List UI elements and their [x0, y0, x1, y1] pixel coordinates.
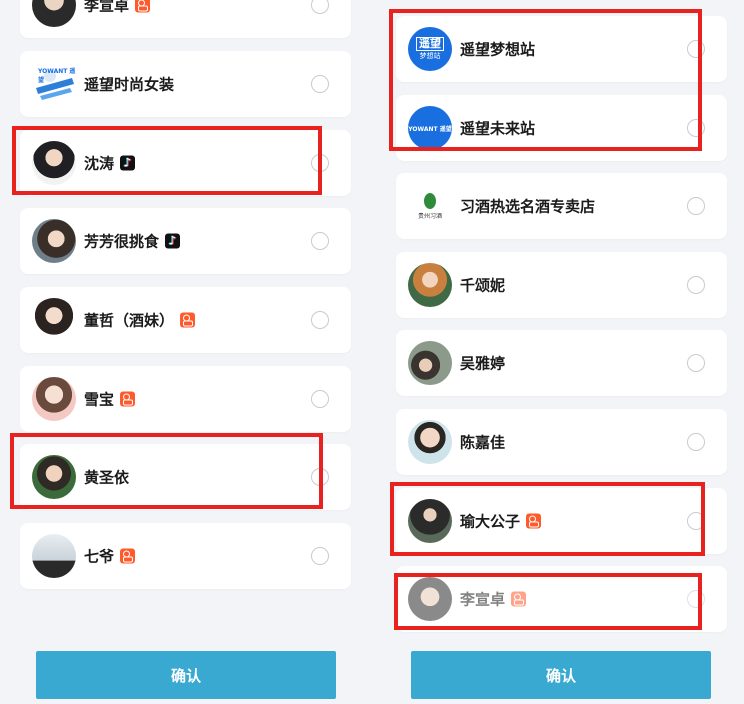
- kuaishou-badge-icon: [526, 513, 542, 529]
- list-item[interactable]: 陈嘉佳: [396, 409, 727, 475]
- list-item-name: 千颂妮: [460, 276, 506, 295]
- list-item[interactable]: 雪宝: [20, 366, 351, 432]
- list-item-name: 李宣卓: [460, 590, 506, 609]
- list-item[interactable]: 黄圣依: [20, 444, 351, 510]
- list-item-name: 瑜大公子: [460, 512, 521, 531]
- kuaishou-badge-icon: [120, 548, 136, 564]
- radio-button[interactable]: [687, 40, 705, 58]
- avatar: [408, 341, 452, 385]
- list-item-name: 董哲（酒妹）: [84, 311, 175, 330]
- list-item-name: 李宣卓: [84, 0, 130, 15]
- logo-text: 遥望: [416, 37, 444, 51]
- radio-button[interactable]: [311, 547, 329, 565]
- avatar: [408, 420, 452, 464]
- kuaishou-badge-icon: [511, 591, 527, 607]
- left-panel: 李宣卓 YOWANT 遥望 遥望时尚女装 沈涛 芳芳: [0, 0, 372, 704]
- radio-button[interactable]: [311, 232, 329, 250]
- avatar: [32, 219, 76, 263]
- avatar: [32, 0, 76, 27]
- radio-button[interactable]: [687, 433, 705, 451]
- xijiu-logo-icon: 贵州习酒: [408, 184, 452, 228]
- list-item[interactable]: YOWANT 遥望 遥望时尚女装: [20, 51, 351, 117]
- kuaishou-badge-icon: [135, 0, 151, 13]
- logo-text: YOWANT 遥望: [408, 125, 452, 133]
- list-item[interactable]: YOWANT 遥望 遥望未来站: [396, 95, 727, 161]
- list-item-name: 遥望未来站: [460, 119, 536, 138]
- avatar: [32, 298, 76, 342]
- kuaishou-badge-icon: [180, 312, 196, 328]
- list-item[interactable]: 芳芳很挑食: [20, 208, 351, 274]
- list-item-name: 黄圣依: [84, 468, 130, 487]
- xijiu-emblem-icon: [424, 192, 436, 209]
- list-item-name: 陈嘉佳: [460, 433, 506, 452]
- list-item[interactable]: 李宣卓: [396, 566, 727, 632]
- list-item-name: 遥望时尚女装: [84, 75, 175, 94]
- douyin-badge-icon: [120, 154, 136, 172]
- yowant-dream-logo-icon: 遥望 梦想站: [408, 27, 452, 71]
- radio-button[interactable]: [311, 154, 329, 172]
- yowant-future-logo-icon: YOWANT 遥望: [408, 106, 452, 150]
- list-item[interactable]: 吴雅婷: [396, 330, 727, 396]
- avatar: [32, 377, 76, 421]
- avatar: [32, 534, 76, 578]
- list-item-name: 遥望梦想站: [460, 40, 536, 59]
- list-item-name: 习酒热选名酒专卖店: [460, 197, 596, 216]
- list-item[interactable]: 遥望 梦想站 遥望梦想站: [396, 16, 727, 82]
- logo-subtext: 梦想站: [419, 52, 441, 60]
- confirm-button[interactable]: 确认: [411, 651, 711, 699]
- confirm-button[interactable]: 确认: [36, 651, 336, 699]
- radio-button[interactable]: [311, 311, 329, 329]
- list-item-name: 沈涛: [84, 154, 115, 173]
- douyin-badge-icon: [165, 232, 181, 250]
- radio-button[interactable]: [311, 0, 329, 14]
- avatar: [32, 141, 76, 185]
- list-item[interactable]: 沈涛: [20, 130, 351, 196]
- kuaishou-badge-icon: [120, 391, 136, 407]
- avatar: [408, 499, 452, 543]
- logo-text: 贵州习酒: [417, 212, 442, 220]
- list-item-name: 芳芳很挑食: [84, 232, 160, 251]
- radio-button[interactable]: [687, 590, 705, 608]
- list-item-name: 雪宝: [84, 390, 115, 409]
- list-item-name: 七爷: [84, 547, 115, 566]
- list-item-name: 吴雅婷: [460, 354, 506, 373]
- yowant-logo-icon: YOWANT 遥望: [32, 62, 76, 106]
- list-item[interactable]: 李宣卓: [20, 0, 351, 38]
- radio-button[interactable]: [687, 197, 705, 215]
- list-item[interactable]: 七爷: [20, 523, 351, 589]
- radio-button[interactable]: [687, 119, 705, 137]
- radio-button[interactable]: [687, 512, 705, 530]
- right-panel: 遥望 梦想站 遥望梦想站 YOWANT 遥望 遥望未来站 贵州习酒 习酒热选名酒…: [372, 0, 744, 704]
- avatar: [408, 577, 452, 621]
- list-item[interactable]: 千颂妮: [396, 252, 727, 318]
- list-item[interactable]: 贵州习酒 习酒热选名酒专卖店: [396, 173, 727, 239]
- logo-text: YOWANT 遥望: [38, 68, 76, 84]
- list-item[interactable]: 董哲（酒妹）: [20, 287, 351, 353]
- radio-button[interactable]: [311, 390, 329, 408]
- list-item[interactable]: 瑜大公子: [396, 488, 727, 554]
- radio-button[interactable]: [687, 276, 705, 294]
- radio-button[interactable]: [687, 354, 705, 372]
- avatar: [408, 263, 452, 307]
- radio-button[interactable]: [311, 468, 329, 486]
- radio-button[interactable]: [311, 75, 329, 93]
- avatar: [32, 455, 76, 499]
